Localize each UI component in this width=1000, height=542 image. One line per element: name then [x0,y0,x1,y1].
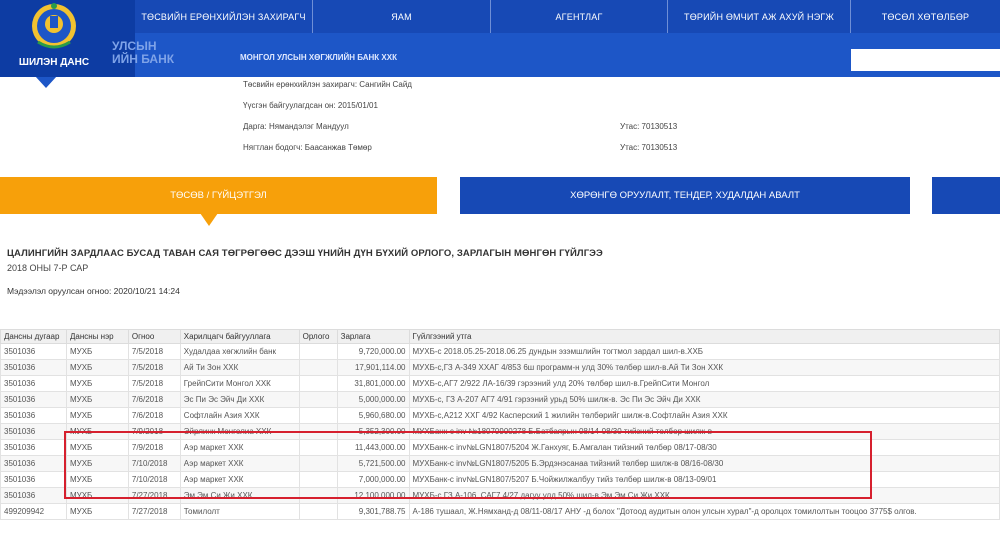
site-logo-label: ШИЛЭН ДАНС [18,57,90,68]
nav-ministry[interactable]: ЯАМ [313,0,491,33]
table-row[interactable]: 499209942 МУХБ 7/27/2018 Томилолт 9,301,788.… [0,503,1000,520]
head-name-info: Дарга: Нямандэлэг Мандуул [243,122,349,131]
cell-income [298,359,338,376]
cell-account-name: МУХБ [65,359,129,376]
cell-account-number: 499209942 [0,503,67,520]
cell-description: МУХБ-с,ГЗ А-349 ХХАГ 4/853 6ш программ-н… [408,359,1000,376]
budget-governor-info: Төсвийн ерөнхийлэн захирагч: Сангийн Сай… [243,80,412,89]
column-header-description[interactable]: Гүйлгээний утга [408,329,1000,344]
search-input[interactable] [851,49,1000,71]
cell-account-number: 3501036 [0,487,67,504]
tab-more[interactable] [932,177,1000,214]
cell-expense: 9,301,788.75 [336,503,410,520]
nav-budget-governor[interactable]: ТӨСВИЙН ЕРӨНХИЙЛЭН ЗАХИРАГЧ [135,0,313,33]
table-row[interactable]: 3501036 МУХБ 7/5/2018 Худалдаа хөгжлийн бан… [0,343,1000,360]
cell-account-number: 3501036 [0,471,67,488]
cell-date: 7/5/2018 [127,359,181,376]
cell-date: 7/6/2018 [127,407,181,424]
cell-counterparty: Томилолт [179,503,300,520]
cell-account-number: 3501036 [0,375,67,392]
table-row[interactable]: 3501036 МУХБ 7/6/2018 Софтлайн Азия ХХК 5,96… [0,407,1000,424]
cell-counterparty: Ай Ти Зон ХХК [179,359,300,376]
established-date-info: Үүсгэн байгуулагдсан он: 2015/01/01 [243,101,378,110]
cell-description: МУХБ-с,А212 ХХГ 4/92 Касперский 1 жилийн… [408,407,1000,424]
cell-expense: 17,901,114.00 [336,359,410,376]
report-title: ЦАЛИНГИЙН ЗАРДЛААС БУСАД ТАВАН САЯ ТӨГРӨ… [7,248,603,259]
cell-account-name: МУХБ [65,407,129,424]
head-phone-info: Утас: 70130513 [620,122,678,131]
cell-date: 7/5/2018 [127,375,181,392]
nav-project-program[interactable]: ТӨСӨЛ ХӨТӨЛБӨР [851,0,1000,33]
cell-counterparty: Софтлайн Азия ХХК [179,407,300,424]
cell-account-name: МУХБ [65,391,129,408]
cell-account-name: МУХБ [65,503,129,520]
cell-counterparty: ГрейпСити Монгол ХХК [179,375,300,392]
highlighted-rows-box [64,431,872,499]
cell-description: МУХБ-с,АГ7 2/922 ЛА-16/39 гэрээний улд 2… [408,375,1000,392]
cell-account-number: 3501036 [0,439,67,456]
table-row[interactable]: 3501036 МУХБ 7/5/2018 ГрейпСити Монгол ХХК 3… [0,375,1000,392]
column-header-expense[interactable]: Зарлага [336,329,410,344]
report-period: 2018 ОНЫ 7-Р САР [7,263,89,273]
table-header-row: Дансны дугаар Дансны нэр Огноо Харилцагч… [0,329,1000,344]
cell-income [298,407,338,424]
cell-expense: 5,960,680.00 [336,407,410,424]
cell-date: 7/27/2018 [127,503,181,520]
table-row[interactable]: 3501036 МУХБ 7/6/2018 Эс Пи Эс Эйч Ди ХХК 5,… [0,391,1000,408]
bank-logo-text: УЛСЫН ИЙН БАНК [112,40,174,66]
column-header-account-name[interactable]: Дансны нэр [65,329,129,344]
column-header-income[interactable]: Орлого [298,329,338,344]
organization-name: МОНГОЛ УЛСЫН ХӨГЖЛИЙН БАНК ХХК [240,53,397,62]
cell-income [298,503,338,520]
state-emblem-icon [32,3,76,49]
cell-income [298,375,338,392]
active-tab-pointer [200,213,218,226]
tab-budget-performance[interactable]: ТӨСӨВ / ГҮЙЦЭТГЭЛ [0,177,437,214]
cell-account-number: 3501036 [0,423,67,440]
column-header-account-number[interactable]: Дансны дугаар [0,329,67,344]
cell-account-number: 3501036 [0,455,67,472]
nav-agency[interactable]: АГЕНТЛАГ [491,0,668,33]
cell-counterparty: Худалдаа хөгжлийн банк [179,343,300,360]
report-updated-date: Мэдээлэл оруулсан огноо: 2020/10/21 14:2… [7,286,180,296]
cell-income [298,391,338,408]
cell-date: 7/6/2018 [127,391,181,408]
bank-logo-mark-icon [35,76,57,88]
cell-account-number: 3501036 [0,343,67,360]
column-header-date[interactable]: Огноо [127,329,181,344]
table-row[interactable]: 3501036 МУХБ 7/5/2018 Ай Ти Зон ХХК 17,901,1… [0,359,1000,376]
cell-account-number: 3501036 [0,359,67,376]
tab-investment-procurement[interactable]: ХӨРӨНГӨ ОРУУЛАЛТ, ТЕНДЕР, ХУДАЛДАН АВАЛТ [460,177,910,214]
cell-account-number: 3501036 [0,391,67,408]
nav-state-owned-entity[interactable]: ТӨРИЙН ӨМЧИТ АЖ АХУЙ НЭГЖ [668,0,851,33]
cell-counterparty: Эс Пи Эс Эйч Ди ХХК [179,391,300,408]
cell-expense: 5,000,000.00 [336,391,410,408]
cell-description: МУХБ-с 2018.05.25-2018.06.25 дундын эзэм… [408,343,1000,360]
accountant-name-info: Нягтлан бодогч: Баасанжав Төмөр [243,143,372,152]
accountant-phone-info: Утас: 70130513 [620,143,678,152]
cell-expense: 31,801,000.00 [336,375,410,392]
column-header-counterparty[interactable]: Харилцагч байгууллага [179,329,300,344]
cell-account-name: МУХБ [65,343,129,360]
cell-date: 7/5/2018 [127,343,181,360]
cell-description: А-186 тушаал, Ж.Нямханд-д 08/11-08/17 АН… [408,503,1000,520]
cell-expense: 9,720,000.00 [336,343,410,360]
cell-account-number: 3501036 [0,407,67,424]
bank-logo-line-2: ИЙН БАНК [112,52,175,66]
cell-description: МУХБ-с, ГЗ А-207 АГ7 4/91 гэрээний урьд … [408,391,1000,408]
cell-income [298,343,338,360]
cell-account-name: МУХБ [65,375,129,392]
